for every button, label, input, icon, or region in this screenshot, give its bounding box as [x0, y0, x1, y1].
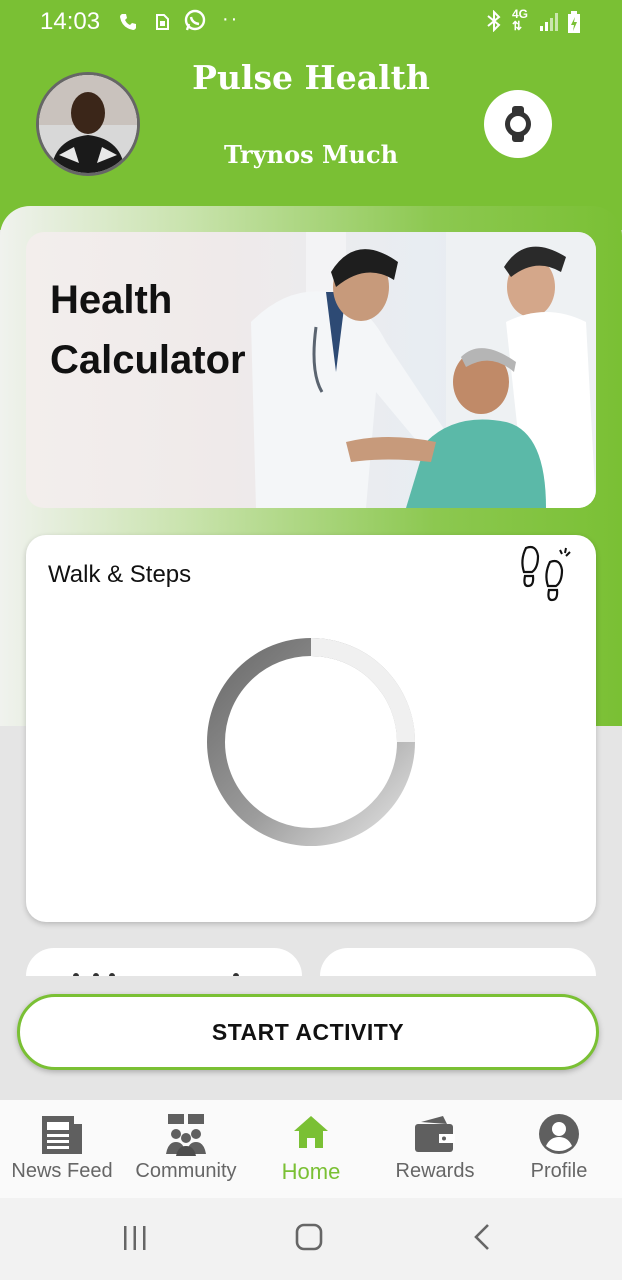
sim-icon — [156, 14, 169, 30]
community-icon — [166, 1114, 206, 1156]
progress-ring-segment — [310, 638, 415, 743]
wallet-icon — [415, 1116, 455, 1152]
start-activity-button[interactable]: START ACTIVITY — [17, 994, 599, 1070]
status-time: 14:03 — [40, 8, 101, 35]
whatsapp-icon — [184, 9, 206, 31]
bluetooth-icon — [487, 10, 501, 32]
nav-label-rewards: Rewards — [395, 1160, 475, 1182]
home-system-icon[interactable] — [294, 1222, 324, 1252]
steps-progress-ring — [207, 638, 415, 846]
smartwatch-button[interactable] — [484, 90, 552, 158]
summary-card-right[interactable] — [320, 948, 596, 976]
nav-label-home: Home — [281, 1159, 341, 1184]
back-icon[interactable] — [470, 1222, 494, 1252]
phone-icon — [120, 14, 136, 30]
battery-icon — [568, 11, 580, 33]
news-feed-icon — [42, 1116, 82, 1154]
health-calculator-line1: Health — [50, 278, 173, 322]
home-icon — [294, 1116, 328, 1148]
recent-apps-icon[interactable] — [120, 1224, 150, 1252]
network-4g-icon: 4G ⇅ — [512, 7, 529, 33]
more-notifications-icon: ·· — [222, 8, 240, 30]
walk-steps-title: Walk & Steps — [48, 561, 192, 588]
health-calculator-line2: Calculator — [50, 338, 246, 382]
smartwatch-icon — [505, 106, 531, 142]
footprints-icon — [521, 545, 571, 602]
summary-card-left-clipped-text — [73, 973, 239, 976]
nav-label-community: Community — [135, 1160, 237, 1182]
nav-label-news-feed: News Feed — [11, 1160, 113, 1182]
nav-label-profile: Profile — [530, 1160, 588, 1182]
summary-card-left[interactable] — [26, 948, 302, 976]
signal-icon — [540, 13, 558, 31]
profile-icon — [539, 1114, 579, 1154]
health-calculator-title: Health Calculator — [50, 270, 246, 390]
